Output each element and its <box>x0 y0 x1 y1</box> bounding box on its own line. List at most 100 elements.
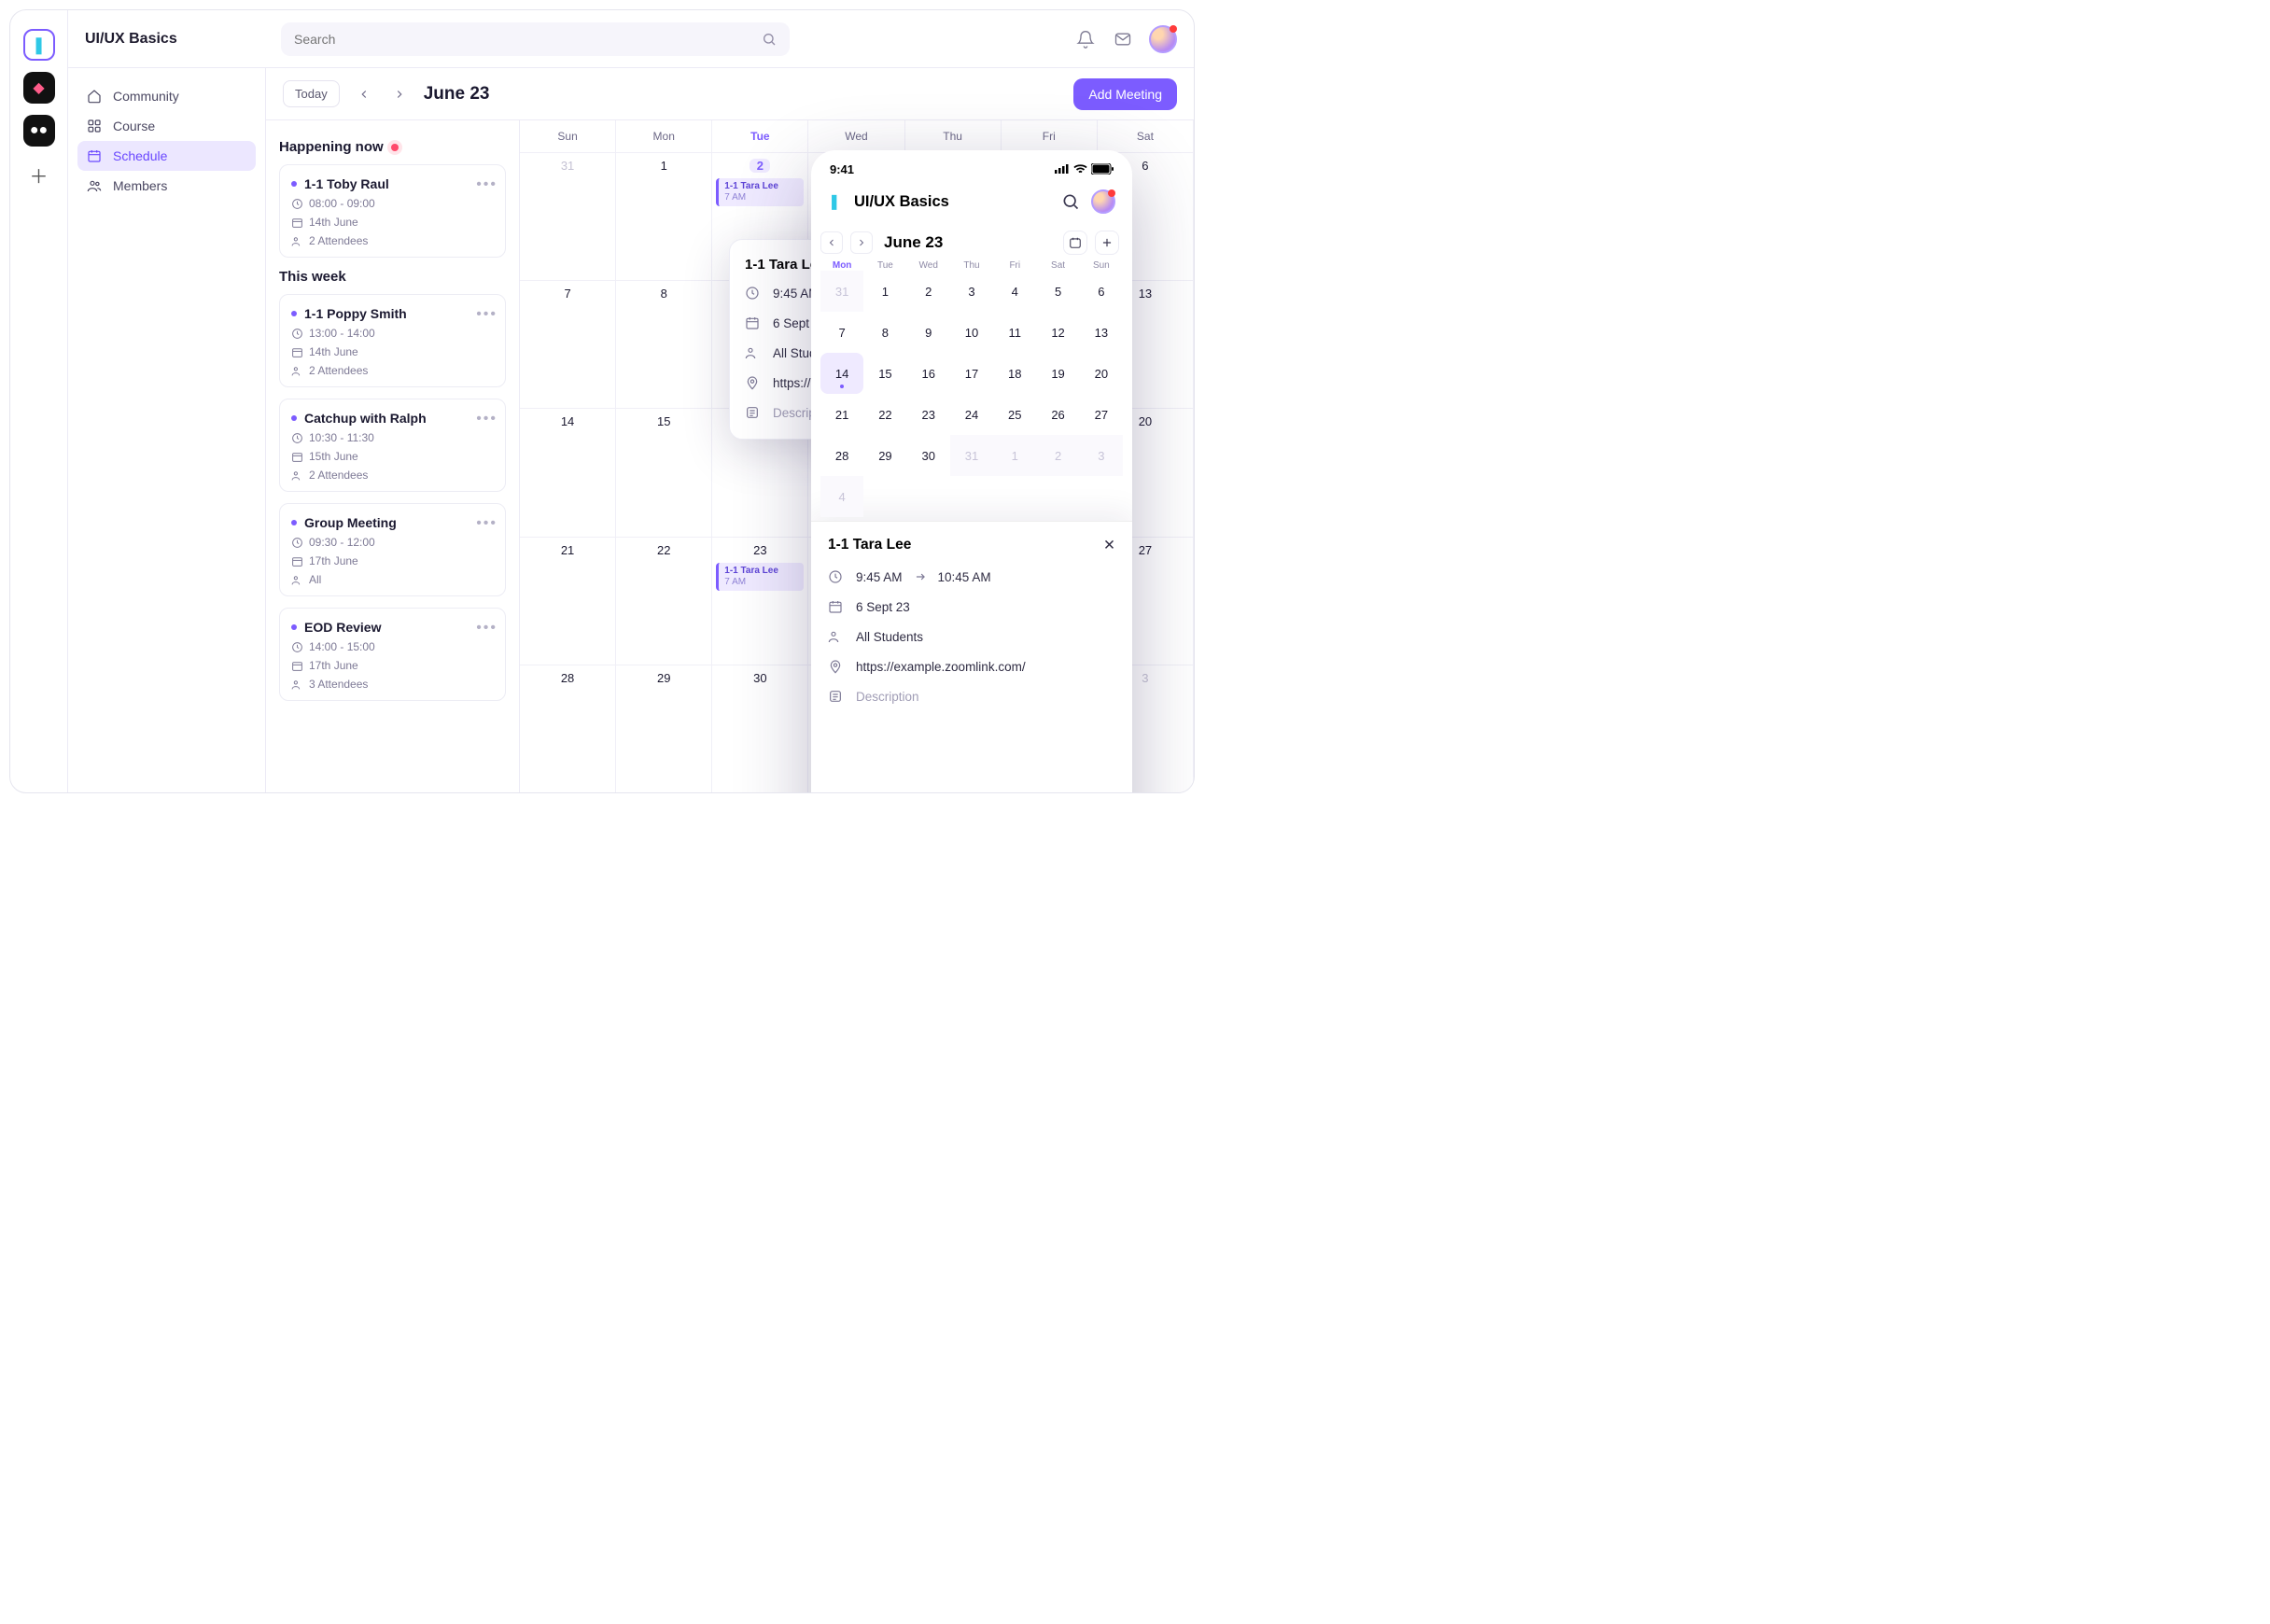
mobile-day-cell[interactable]: 24 <box>950 394 993 435</box>
mobile-day-cell[interactable]: 25 <box>993 394 1036 435</box>
nav-community[interactable]: Community <box>77 81 256 111</box>
event-card[interactable]: ••• 1-1 Poppy Smith 13:00 - 14:00 14th J… <box>279 294 506 387</box>
event-card[interactable]: ••• Group Meeting 09:30 - 12:00 17th Jun… <box>279 503 506 596</box>
mobile-day-cell[interactable]: 14 <box>820 353 863 394</box>
next-month-button[interactable] <box>388 83 411 105</box>
event-card[interactable]: ••• 1-1 Toby Raul 08:00 - 09:00 14th Jun… <box>279 164 506 258</box>
day-cell[interactable]: 8 <box>616 280 712 408</box>
mobile-day-cell[interactable]: 3 <box>1080 435 1123 476</box>
more-icon[interactable]: ••• <box>476 620 497 637</box>
mobile-statusbar: 9:41 <box>811 150 1132 188</box>
day-cell[interactable]: 31 <box>520 152 616 280</box>
calendar-icon <box>87 148 104 163</box>
page-title: UI/UX Basics <box>85 31 281 48</box>
mobile-day-cell[interactable]: 15 <box>863 353 906 394</box>
mobile-day-cell[interactable]: 30 <box>907 435 950 476</box>
event-card[interactable]: ••• EOD Review 14:00 - 15:00 17th June 3… <box>279 608 506 701</box>
search-input[interactable] <box>294 32 754 47</box>
mobile-day-cell[interactable]: 29 <box>863 435 906 476</box>
more-icon[interactable]: ••• <box>476 411 497 427</box>
mobile-day-cell[interactable]: 16 <box>907 353 950 394</box>
prev-month-button[interactable] <box>353 83 375 105</box>
add-app-button[interactable]: ＋ <box>30 161 49 189</box>
mobile-add-button[interactable] <box>1095 231 1119 255</box>
mobile-day-cell[interactable]: 10 <box>950 312 993 353</box>
mobile-day-cell[interactable]: 31 <box>820 271 863 312</box>
mobile-next-month[interactable] <box>850 231 873 254</box>
inbox-icon[interactable] <box>1112 28 1134 50</box>
grid-icon <box>87 119 104 133</box>
nav-schedule[interactable]: Schedule <box>77 141 256 171</box>
more-icon[interactable]: ••• <box>476 306 497 323</box>
nav-members-label: Members <box>113 178 167 193</box>
mobile-day-cell[interactable]: 2 <box>1036 435 1079 476</box>
text-icon <box>828 689 845 704</box>
calendar-title: June 23 <box>424 84 490 105</box>
avatar[interactable] <box>1149 25 1177 53</box>
mobile-today-button[interactable] <box>1063 231 1087 255</box>
mobile-day-cell[interactable]: 2 <box>907 271 950 312</box>
mobile-day-cell[interactable]: 1 <box>863 271 906 312</box>
event-chip[interactable]: 1-1 Tara Lee7 AM <box>716 178 804 206</box>
mobile-day-cell[interactable]: 28 <box>820 435 863 476</box>
day-cell[interactable]: 1 <box>616 152 712 280</box>
app-icon-current[interactable]: ❚ <box>23 29 55 61</box>
mobile-day-cell[interactable]: 27 <box>1080 394 1123 435</box>
nav-course-label: Course <box>113 119 155 133</box>
location-icon <box>828 659 845 674</box>
mobile-day-cell[interactable]: 7 <box>820 312 863 353</box>
more-icon[interactable]: ••• <box>476 515 497 532</box>
mobile-day-cell[interactable]: 5 <box>1036 271 1079 312</box>
avatar[interactable] <box>1091 189 1115 214</box>
add-meeting-button[interactable]: Add Meeting <box>1073 78 1177 110</box>
day-cell[interactable]: 28 <box>520 665 616 792</box>
close-icon[interactable]: ✕ <box>1103 537 1115 554</box>
mobile-day-cell[interactable]: 8 <box>863 312 906 353</box>
mobile-day-cell[interactable]: 21 <box>820 394 863 435</box>
mobile-day-cell[interactable]: 26 <box>1036 394 1079 435</box>
nav-course[interactable]: Course <box>77 111 256 141</box>
day-cell[interactable]: 15 <box>616 408 712 536</box>
app-icon-3[interactable]: ●● <box>23 115 55 147</box>
mobile-day-cell[interactable]: 9 <box>907 312 950 353</box>
day-cell[interactable]: 7 <box>520 280 616 408</box>
mobile-day-cell[interactable]: 18 <box>993 353 1036 394</box>
mobile-day-cell[interactable]: 1 <box>993 435 1036 476</box>
app-icon-2[interactable]: ◆ <box>23 72 55 104</box>
mobile-month-title: June 23 <box>884 233 943 252</box>
dow-header: Tue <box>712 120 808 152</box>
search-icon <box>762 32 777 47</box>
mobile-day-cell[interactable]: 19 <box>1036 353 1079 394</box>
mobile-day-cell[interactable]: 17 <box>950 353 993 394</box>
mobile-day-cell[interactable]: 4 <box>820 476 863 517</box>
more-icon[interactable]: ••• <box>476 176 497 193</box>
today-button[interactable]: Today <box>283 80 340 107</box>
notifications-icon[interactable] <box>1074 28 1097 50</box>
dow-header: Fri <box>1002 120 1098 152</box>
event-card[interactable]: ••• Catchup with Ralph 10:30 - 11:30 15t… <box>279 399 506 492</box>
mobile-dow: Sun <box>1080 260 1123 271</box>
mobile-day-cell[interactable]: 6 <box>1080 271 1123 312</box>
event-chip[interactable]: 1-1 Tara Lee7 AM <box>716 563 804 591</box>
day-cell[interactable]: 14 <box>520 408 616 536</box>
nav-community-label: Community <box>113 89 179 104</box>
day-cell[interactable]: 30 <box>712 665 808 792</box>
mobile-day-cell[interactable]: 12 <box>1036 312 1079 353</box>
mobile-meeting-detail: 1-1 Tara Lee✕ 9:45 AM 10:45 AM 6 Sept 23… <box>811 521 1132 793</box>
day-cell[interactable]: 22 <box>616 537 712 665</box>
mobile-day-cell[interactable]: 23 <box>907 394 950 435</box>
mobile-day-cell[interactable]: 20 <box>1080 353 1123 394</box>
day-cell[interactable]: 231-1 Tara Lee7 AM <box>712 537 808 665</box>
mobile-day-cell[interactable]: 13 <box>1080 312 1123 353</box>
mobile-prev-month[interactable] <box>820 231 843 254</box>
day-cell[interactable]: 29 <box>616 665 712 792</box>
mobile-day-cell[interactable]: 4 <box>993 271 1036 312</box>
mobile-day-cell[interactable]: 3 <box>950 271 993 312</box>
search-input-wrap[interactable] <box>281 22 790 56</box>
search-icon[interactable] <box>1061 192 1080 211</box>
day-cell[interactable]: 21 <box>520 537 616 665</box>
nav-members[interactable]: Members <box>77 171 256 201</box>
mobile-day-cell[interactable]: 31 <box>950 435 993 476</box>
mobile-day-cell[interactable]: 11 <box>993 312 1036 353</box>
mobile-day-cell[interactable]: 22 <box>863 394 906 435</box>
